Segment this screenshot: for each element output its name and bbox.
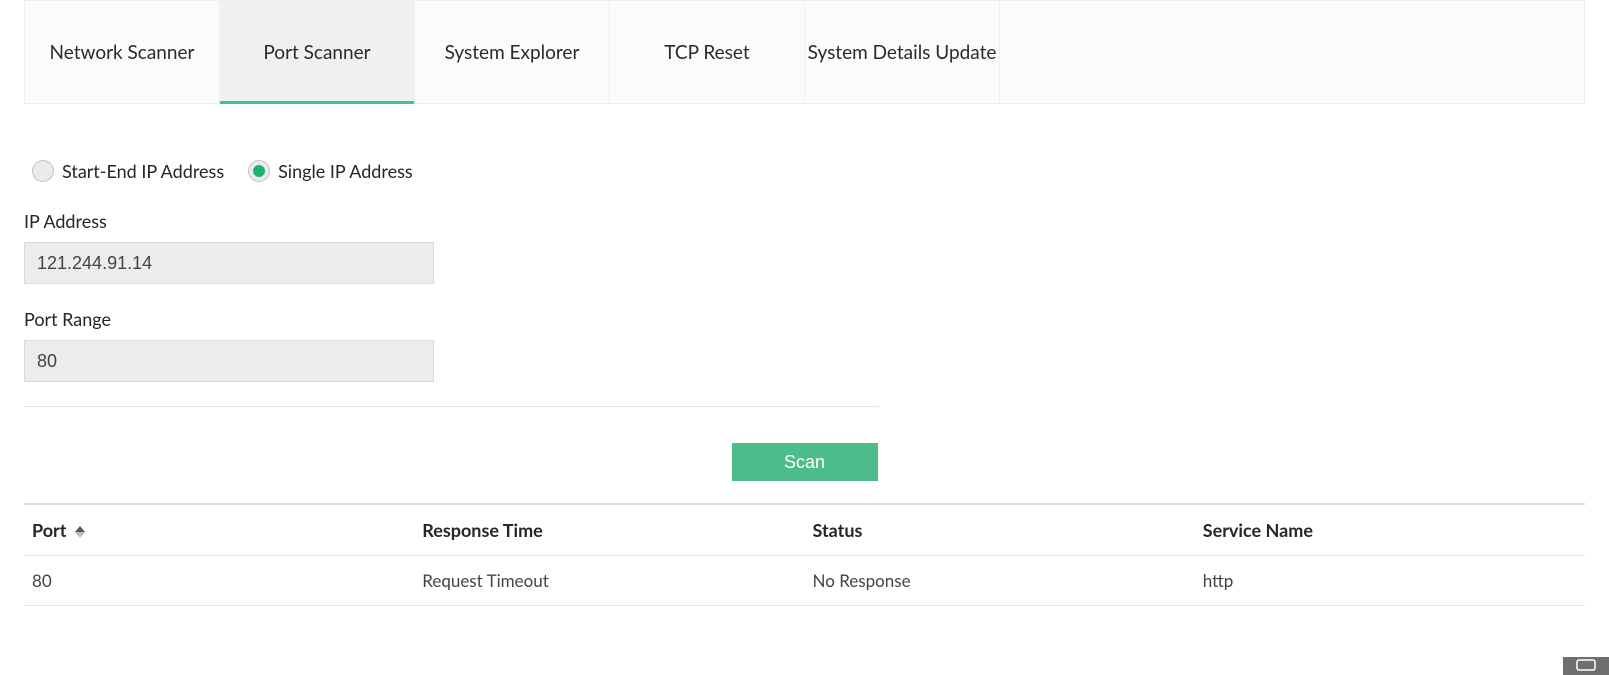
tab-label: System Details Update <box>808 41 997 64</box>
radio-single-ip-label[interactable]: Single IP Address <box>278 160 413 182</box>
radio-start-end-ip[interactable] <box>32 160 54 182</box>
tab-label: System Explorer <box>445 41 580 64</box>
tab-bar: Network Scanner Port Scanner System Expl… <box>24 0 1585 104</box>
radio-single-ip[interactable] <box>248 160 270 182</box>
col-header-response-time[interactable]: Response Time <box>414 504 804 556</box>
col-header-label: Status <box>813 519 863 541</box>
port-range-label: Port Range <box>24 308 1585 330</box>
cell-service-name: http <box>1195 556 1585 606</box>
cell-response-time: Request Timeout <box>414 556 804 606</box>
ip-address-label: IP Address <box>24 210 1585 232</box>
radio-start-end-ip-label[interactable]: Start-End IP Address <box>62 160 224 182</box>
tab-label: Port Scanner <box>263 41 370 64</box>
tab-bar-spacer <box>1000 1 1584 103</box>
port-range-input[interactable] <box>24 340 434 382</box>
col-header-label: Service Name <box>1203 519 1313 541</box>
results-table: Port Response Time Status Service Name 8… <box>24 503 1585 606</box>
sort-icon <box>75 526 85 538</box>
col-header-label: Response Time <box>422 519 543 541</box>
col-header-label: Port <box>32 519 66 541</box>
table-header-row: Port Response Time Status Service Name <box>24 504 1585 556</box>
scan-button-row: Scan <box>24 443 1585 481</box>
tab-tcp-reset[interactable]: TCP Reset <box>610 1 805 103</box>
radio-dot-icon <box>253 165 265 177</box>
tab-label: Network Scanner <box>50 41 195 64</box>
cell-status: No Response <box>805 556 1195 606</box>
tab-label: TCP Reset <box>664 41 749 64</box>
tab-network-scanner[interactable]: Network Scanner <box>25 1 220 103</box>
tab-port-scanner[interactable]: Port Scanner <box>220 1 415 103</box>
col-header-service-name[interactable]: Service Name <box>1195 504 1585 556</box>
tab-system-details-update[interactable]: System Details Update <box>805 1 1000 103</box>
form-area: Start-End IP Address Single IP Address I… <box>0 104 1609 481</box>
cell-port: 80 <box>24 556 414 606</box>
tab-system-explorer[interactable]: System Explorer <box>415 1 610 103</box>
chat-icon <box>1576 659 1596 673</box>
ip-address-input[interactable] <box>24 242 434 284</box>
scan-button[interactable]: Scan <box>732 443 878 481</box>
col-header-status[interactable]: Status <box>805 504 1195 556</box>
ip-mode-radio-group: Start-End IP Address Single IP Address <box>24 136 1585 210</box>
divider <box>24 406 879 407</box>
col-header-port[interactable]: Port <box>24 504 414 556</box>
port-range-field-group: Port Range <box>24 308 1585 382</box>
table-row: 80 Request Timeout No Response http <box>24 556 1585 606</box>
ip-address-field-group: IP Address <box>24 210 1585 284</box>
corner-widget[interactable] <box>1563 657 1609 675</box>
